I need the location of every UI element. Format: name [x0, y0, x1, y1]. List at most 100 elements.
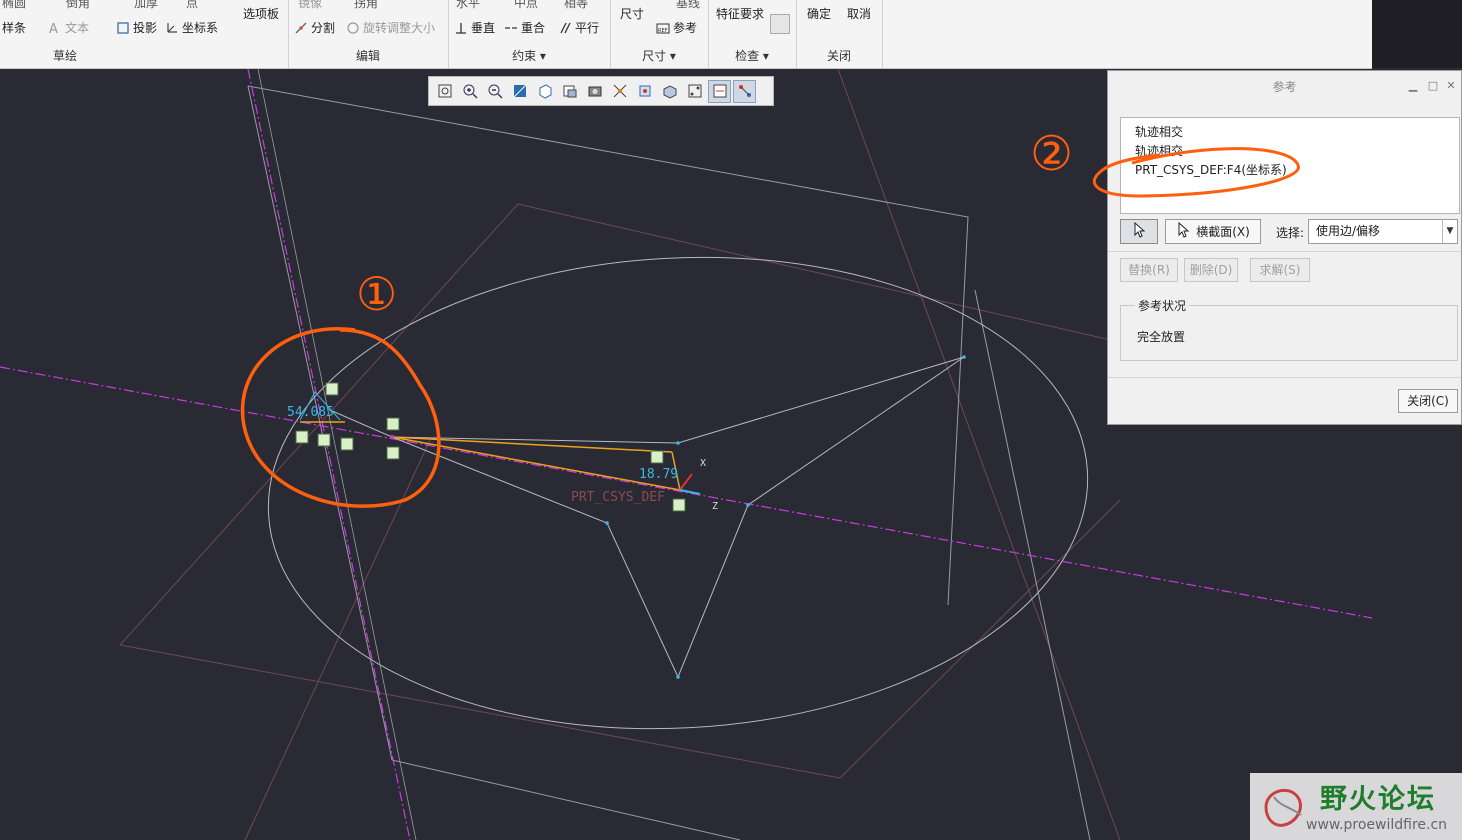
ribbon-cut-mirror[interactable]: 镜像 [298, 0, 322, 11]
plane-edge [119, 203, 519, 646]
group-sketch-label: 草绘 [52, 49, 77, 63]
divide-label: 分割 [311, 21, 336, 35]
refit-icon[interactable] [433, 80, 456, 103]
coincident-button[interactable]: 重合 [504, 19, 545, 36]
select-label: 选择: [1276, 226, 1305, 240]
display-style-icon[interactable] [533, 80, 556, 103]
zoom-in-icon[interactable] [458, 80, 481, 103]
project-label: 投影 [133, 21, 158, 35]
csys-button[interactable]: 坐标系 [165, 19, 218, 36]
divide-button[interactable]: 分割 [294, 19, 335, 36]
dimension-button[interactable]: 尺寸 [620, 5, 644, 22]
ribbon-cut-corner[interactable]: 拐角 [354, 0, 378, 11]
palette-button[interactable]: 选项板 [243, 5, 279, 22]
group-close-label: 关闭 [826, 49, 851, 63]
view-toolbar [428, 76, 774, 106]
select-filter-value: 使用边/偏移 [1316, 224, 1381, 238]
solve-button[interactable]: 求解(S) [1250, 258, 1310, 282]
ribbon-cut-baseline[interactable]: 基线 [676, 0, 700, 11]
group-close: 确定 取消 关闭 [796, 0, 883, 68]
group-dimension-label[interactable]: 尺寸 ▾ [610, 47, 708, 64]
group-inspect-text: 检查 [735, 49, 760, 63]
forum-watermark-url: www.proewildfire.cn [1306, 817, 1448, 833]
ribbon-cut-horizontal[interactable]: 水平 [456, 0, 480, 11]
sketch-polyline [391, 356, 965, 679]
ribbon-cut-ellipse[interactable]: 椭圆 [2, 0, 26, 11]
vertex-point[interactable] [746, 503, 750, 507]
group-dimension-text: 尺寸 [642, 49, 667, 63]
minimize-icon[interactable]: ▁ [1407, 80, 1419, 92]
list-item[interactable]: 轨迹相交 [1135, 123, 1183, 140]
annotation-display-icon[interactable] [658, 80, 681, 103]
vertex-point[interactable] [390, 435, 394, 439]
view-manager-icon[interactable] [583, 80, 606, 103]
reference-icon: REF [656, 21, 670, 35]
svg-text:A: A [49, 22, 58, 35]
group-dimension: 基线 尺寸 REF 参考 尺寸 ▾ [610, 0, 709, 68]
forum-watermark: 野火论坛 www.proewildfire.cn [1250, 773, 1462, 840]
saved-orientations-icon[interactable] [558, 80, 581, 103]
text-button[interactable]: A 文本 [48, 19, 90, 37]
list-item[interactable]: PRT_CSYS_DEF:F4(坐标系) [1135, 161, 1287, 178]
reference-status-legend: 参考状况 [1135, 297, 1190, 314]
parallel-button[interactable]: 平行 [558, 19, 599, 36]
sketch-view-icon[interactable] [708, 79, 731, 103]
vertex-point[interactable] [676, 441, 680, 445]
chevron-down-icon: ▾ [762, 49, 769, 63]
ribbon-cut-midpoint[interactable]: 中点 [514, 0, 538, 11]
ribbon-dark-edge [1372, 0, 1462, 68]
feature-requirements-label: 特征要求 [716, 7, 765, 21]
select-reference-button[interactable] [1120, 219, 1158, 244]
chevron-down-icon: ▾ [669, 49, 676, 63]
group-sketch: 椭圆 倒角 加厚 点 样条 A 文本 投影 坐标系 选项板 草绘 [0, 0, 289, 68]
datum-display-icon[interactable] [608, 80, 631, 103]
ribbon-cut-point[interactable]: 点 [186, 0, 198, 11]
reference-label: 参考 [673, 21, 698, 35]
dimension-value-2[interactable]: 18.79 [639, 467, 678, 482]
group-constrain-label[interactable]: 约束 ▾ [448, 47, 610, 64]
feature-requirements-button[interactable]: 特征要求 [716, 5, 764, 22]
close-button[interactable]: 关闭(C) [1398, 389, 1458, 413]
cross-section-label: 横截面(X) [1196, 225, 1250, 239]
maximize-icon[interactable]: □ [1427, 80, 1439, 92]
cross-section-button[interactable]: 横截面(X) [1165, 219, 1261, 244]
cursor-arrow-icon [1132, 221, 1146, 241]
project-button[interactable]: 投影 [116, 19, 157, 36]
perpendicular-button[interactable]: 垂直 [454, 19, 495, 36]
ribbon-cut-chamfer[interactable]: 倒角 [66, 0, 90, 11]
constraint-display-icon[interactable] [733, 79, 756, 103]
rotate-resize-button[interactable]: 旋转调整大小 [346, 19, 435, 36]
ribbon-cut-thicken[interactable]: 加厚 [134, 0, 158, 11]
text-label: 文本 [65, 21, 90, 35]
forum-watermark-title: 野火论坛 [1320, 784, 1436, 815]
chevron-down-icon: ▾ [539, 49, 546, 63]
delete-button[interactable]: 删除(D) [1184, 258, 1238, 282]
reference-button[interactable]: REF 参考 [656, 19, 697, 36]
reference-list[interactable]: 轨迹相交 轨迹相交 PRT_CSYS_DEF:F4(坐标系) [1120, 117, 1460, 214]
close-icon[interactable]: ✕ [1445, 80, 1457, 92]
ribbon-cut-equal[interactable]: 相等 [564, 0, 588, 11]
group-inspect-label[interactable]: 检查 ▾ [708, 47, 796, 64]
replace-button[interactable]: 替换(R) [1120, 258, 1178, 282]
coincident-icon [504, 21, 518, 35]
select-filter-dropdown[interactable]: 使用边/偏移 ▼ [1308, 219, 1458, 244]
vertex-point[interactable] [676, 675, 680, 679]
plane-edge [839, 499, 1121, 779]
references-dialog: 参考 ▁ □ ✕ 轨迹相交 轨迹相交 PRT_CSYS_DEF:F4(坐标系) … [1107, 70, 1462, 425]
zoom-out-icon[interactable] [483, 80, 506, 103]
vertex-point[interactable] [605, 521, 609, 525]
sketcher-display-icon[interactable] [683, 80, 706, 103]
repaint-icon[interactable] [508, 80, 531, 103]
list-item[interactable]: 轨迹相交 [1135, 142, 1183, 159]
dimension-value-1[interactable]: 54.085 [287, 405, 334, 420]
spline-button[interactable]: 样条 [2, 19, 26, 36]
palette-label: 选项板 [243, 7, 280, 21]
vertex-point[interactable] [962, 355, 966, 359]
plane-outline [391, 759, 741, 840]
coincident-label: 重合 [521, 21, 546, 35]
spin-center-icon[interactable] [633, 80, 656, 103]
ok-button[interactable]: 确定 [807, 5, 831, 22]
perpendicular-icon [454, 21, 468, 35]
cancel-button[interactable]: 取消 [847, 5, 871, 22]
overlap-check-icon[interactable] [770, 14, 790, 34]
